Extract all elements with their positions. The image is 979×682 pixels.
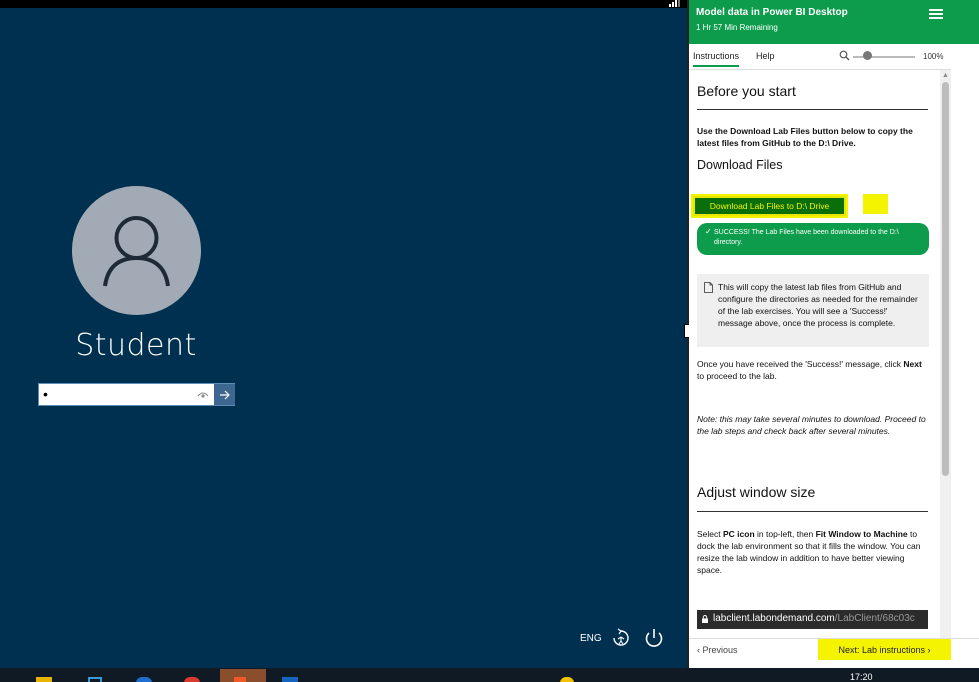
adjust-bold-1: PC icon	[723, 529, 755, 539]
scrollbar[interactable]: ▲	[940, 70, 951, 638]
arrow-right-icon	[219, 390, 230, 399]
download-lab-files-button[interactable]: Download Lab Files to D:\ Drive	[693, 196, 846, 216]
remote-session-top-strip	[0, 0, 687, 8]
next-instruction: Once you have received the 'Success!' me…	[697, 358, 929, 382]
instructions-content: Before you start Use the Download Lab Fi…	[689, 70, 951, 638]
taskbar-app-icon[interactable]	[282, 677, 298, 682]
lab-instructions-panel: Model data in Power BI Desktop 1 Hr 57 M…	[689, 0, 979, 668]
use-download-instruction: Use the Download Lab Files button below …	[697, 126, 913, 148]
windows-login-screen: Student • ENG	[0, 0, 687, 668]
tab-help[interactable]: Help	[756, 51, 775, 61]
tab-instructions[interactable]: Instructions	[693, 51, 740, 67]
hamburger-menu-icon[interactable]	[929, 9, 943, 19]
language-indicator[interactable]: ENG	[580, 633, 602, 644]
checkmark-icon: ✓	[705, 227, 712, 236]
search-icon[interactable]	[839, 50, 850, 61]
adjust-text-1: Select	[697, 529, 723, 539]
next-instruction-text-end: to proceed to the lab.	[697, 371, 777, 381]
heading-download-files: Download Files	[697, 158, 783, 172]
note-text: This will copy the latest lab files from…	[718, 282, 918, 328]
scrollbar-thumb[interactable]	[942, 82, 949, 476]
power-icon[interactable]	[643, 627, 665, 649]
download-note: Note: this may take several minutes to d…	[697, 414, 926, 436]
taskbar-app-icon[interactable]	[136, 677, 152, 682]
reveal-password-icon[interactable]	[197, 389, 209, 401]
heading-before-you-start: Before you start	[697, 83, 796, 99]
heading-adjust-window-size: Adjust window size	[697, 484, 816, 500]
password-input[interactable]: •	[38, 383, 235, 406]
panel-header: Model data in Power BI Desktop 1 Hr 57 M…	[689, 0, 979, 44]
submit-password-button[interactable]	[214, 384, 235, 405]
note-box: This will copy the latest lab files from…	[697, 274, 929, 347]
previous-label: Previous	[702, 645, 738, 655]
lab-title: Model data in Power BI Desktop	[696, 7, 848, 18]
next-instruction-text: Once you have received the 'Success!' me…	[697, 359, 904, 369]
next-instruction-bold: Next	[903, 359, 922, 369]
time-remaining: 1 Hr 57 Min Remaining	[696, 23, 778, 32]
next-label: Next: Lab instructions	[838, 644, 926, 655]
divider	[697, 511, 928, 512]
highlight-mark	[863, 194, 888, 214]
ease-of-access-icon[interactable]	[610, 627, 632, 649]
scroll-up-icon[interactable]: ▲	[942, 72, 949, 79]
panel-tabs: Instructions Help 100%	[689, 44, 951, 70]
url-host: labclient.labondemand.com	[713, 613, 835, 624]
adjust-text-2: in top-left, then	[754, 529, 816, 539]
taskbar: 17:20	[0, 668, 979, 682]
url-path: /LabClient/68c03c	[834, 613, 915, 624]
taskbar-clock[interactable]: 17:20	[850, 672, 873, 682]
success-text: SUCCESS! The Lab Files have been downloa…	[714, 229, 899, 246]
panel-footer: ‹ Previous Next: Lab instructions ›	[689, 638, 979, 668]
taskbar-app-icon[interactable]	[234, 677, 246, 682]
next-lab-instructions-button[interactable]: Next: Lab instructions ›	[818, 639, 951, 660]
adjust-window-instruction: Select PC icon in top-left, then Fit Win…	[697, 528, 929, 576]
document-icon	[704, 282, 713, 293]
divider	[697, 109, 928, 110]
previous-button[interactable]: ‹ Previous	[697, 645, 738, 655]
user-silhouette-icon	[103, 216, 170, 287]
screen: Student • ENG Model data in Power BI Des…	[0, 0, 979, 682]
taskbar-app-icon[interactable]	[184, 677, 200, 682]
taskbar-app-icon[interactable]	[36, 677, 52, 682]
user-avatar	[72, 186, 201, 315]
url-bar[interactable]: labclient.labondemand.com/LabClient/68c0…	[697, 610, 928, 629]
zoom-level: 100%	[923, 52, 944, 61]
adjust-bold-2: Fit Window to Machine	[815, 529, 908, 539]
lock-icon	[702, 615, 708, 623]
success-message: ✓ SUCCESS! The Lab Files have been downl…	[697, 223, 929, 255]
signal-icon	[669, 0, 680, 7]
password-value: •	[43, 386, 48, 402]
login-username: Student	[75, 328, 197, 363]
zoom-slider-thumb[interactable]	[863, 51, 872, 60]
taskbar-app-icon[interactable]	[88, 677, 102, 682]
chevron-right-icon: ›	[925, 644, 931, 655]
taskbar-app-icon[interactable]	[560, 677, 574, 682]
